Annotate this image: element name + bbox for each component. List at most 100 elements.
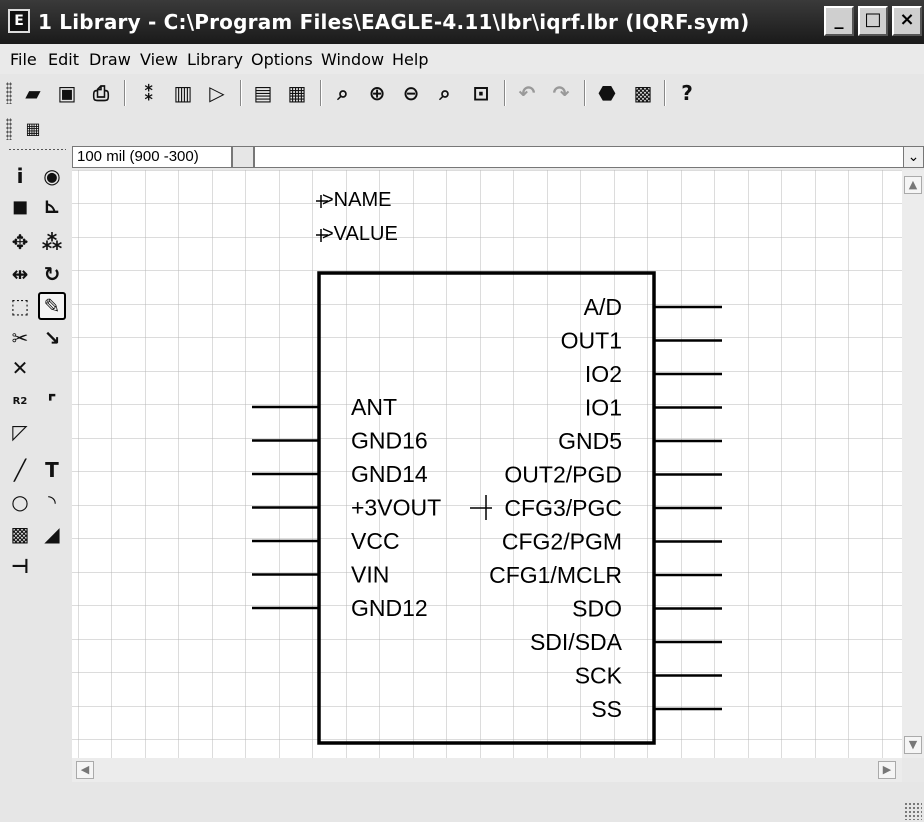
pin-label: OUT1 [561, 328, 622, 354]
pin-label: VIN [351, 562, 389, 588]
toolbar-separator [320, 80, 322, 106]
name-placeholder[interactable]: >NAME [322, 189, 391, 211]
maximize-button[interactable]: □ [858, 6, 888, 36]
title-bar: E 1 Library - C:\Program Files\EAGLE-4.1… [0, 0, 924, 44]
pin-label: IO2 [585, 361, 622, 387]
toolbar-separator [240, 80, 242, 106]
toolbar-grip[interactable] [6, 118, 12, 140]
eagle-app-icon[interactable]: E [8, 9, 30, 33]
command-dropdown-arrow[interactable]: ⌄ [903, 146, 924, 168]
cut-icon[interactable]: ✂ [6, 324, 34, 352]
package-icon[interactable]: ▥ [168, 78, 198, 108]
pin-label: SCK [575, 663, 623, 689]
command-history-button[interactable] [232, 146, 254, 168]
scroll-down-icon[interactable]: ▼ [904, 736, 922, 754]
mirror-icon[interactable]: ⇹ [6, 260, 34, 288]
pin-label: A/D [584, 294, 622, 320]
resize-grip[interactable] [904, 802, 922, 820]
display-icon[interactable]: ◼ [6, 192, 34, 220]
board-icon[interactable]: ⁑ [134, 78, 164, 108]
scroll-up-icon[interactable]: ▲ [904, 176, 922, 194]
show-icon[interactable]: ◉ [38, 162, 66, 190]
pin-label: GND16 [351, 428, 428, 454]
split-icon[interactable]: ◸ [6, 418, 34, 446]
zoom-select-icon[interactable]: ⊡ [466, 78, 496, 108]
command-input[interactable] [254, 146, 906, 168]
go-icon[interactable]: ▩ [628, 78, 658, 108]
menu-options[interactable]: Options [251, 50, 313, 69]
layer-grid-icon[interactable]: ▦ [18, 114, 48, 144]
name-icon[interactable]: R2 [6, 388, 34, 416]
toolbar-separator [584, 80, 586, 106]
save-icon[interactable]: ▣ [52, 78, 82, 108]
pin-label: SDO [572, 596, 622, 622]
close-button[interactable]: × [892, 6, 922, 36]
menu-window[interactable]: Window [321, 50, 384, 69]
pin-label: OUT2/PGD [504, 462, 622, 488]
menu-bar: File Edit Draw View Library Options Wind… [0, 44, 924, 74]
pin-icon[interactable]: ⊣ [6, 552, 34, 580]
horizontal-scrollbar[interactable]: ◀ ▶ [72, 758, 902, 782]
palette-grip[interactable] [8, 148, 66, 152]
pin-label: CFG1/MCLR [489, 562, 622, 588]
symbol-drawing[interactable]: >NAME >VALUE ANT GND16 GND14 +3VOUT VCC VIN GN… [72, 170, 902, 758]
rotate-icon[interactable]: ↻ [38, 260, 66, 288]
pin-label: CFG2/PGM [502, 529, 622, 555]
vertical-scrollbar[interactable]: ▲ ▼ [902, 170, 924, 758]
undo-icon[interactable]: ↶ [512, 78, 542, 108]
pin-label: CFG3/PGC [504, 495, 622, 521]
arc-icon[interactable]: ◝ [38, 488, 66, 516]
rect-icon[interactable]: ▩ [6, 520, 34, 548]
open-icon[interactable]: ▰ [18, 78, 48, 108]
miter-icon[interactable]: ⌜ [38, 388, 66, 416]
zoom-out-icon[interactable]: ⊖ [396, 78, 426, 108]
menu-file[interactable]: File [10, 50, 37, 69]
symbol-icon[interactable]: ▷ [202, 78, 232, 108]
paste-icon[interactable]: ↘ [38, 324, 66, 352]
scroll-right-icon[interactable]: ▶ [878, 761, 896, 779]
drawing-canvas[interactable]: >NAME >VALUE ANT GND16 GND14 +3VOUT VCC VIN GN… [72, 170, 902, 758]
redo-icon[interactable]: ↷ [546, 78, 576, 108]
secondary-toolbar: ▦ [0, 110, 924, 146]
window-title: 1 Library - C:\Program Files\EAGLE-4.11\… [38, 10, 750, 34]
value-placeholder[interactable]: >VALUE [322, 223, 398, 245]
wire-icon[interactable]: ╱ [6, 456, 34, 484]
menu-library[interactable]: Library [187, 50, 243, 69]
menu-view[interactable]: View [140, 50, 178, 69]
help-icon[interactable]: ? [672, 78, 702, 108]
info-icon[interactable]: i [6, 162, 34, 190]
pin-label: +3VOUT [351, 495, 441, 521]
redraw-icon[interactable]: ⌕ [430, 78, 460, 108]
circle-icon[interactable]: ○ [6, 488, 34, 516]
ulp-icon[interactable]: ▦ [282, 78, 312, 108]
minimize-button[interactable]: _ [824, 6, 854, 36]
scroll-left-icon[interactable]: ◀ [76, 761, 94, 779]
menu-help[interactable]: Help [392, 50, 428, 69]
tool-palette: i ◉ ◼ ⊾ ✥ ⁂ ⇹ ↻ ⬚ ✎ ✂ ↘ ✕ R2 ⌜ ◸ ╱ T ○ ◝… [0, 146, 72, 822]
zoom-in-icon[interactable]: ⊕ [362, 78, 392, 108]
pin-label: GND14 [351, 461, 428, 487]
change-icon[interactable]: ✎ [38, 292, 66, 320]
delete-icon[interactable]: ✕ [6, 354, 34, 382]
polygon-icon[interactable]: ◢ [38, 520, 66, 548]
menu-draw[interactable]: Draw [89, 50, 131, 69]
toolbar-separator [124, 80, 126, 106]
move-icon[interactable]: ✥ [6, 228, 34, 256]
mark-icon[interactable]: ⊾ [38, 192, 66, 220]
pin-label: GND12 [351, 595, 428, 621]
coordinate-display: 100 mil (900 -300) [72, 146, 232, 168]
print-icon[interactable]: ⎙ [86, 78, 116, 108]
text-icon[interactable]: T [38, 456, 66, 484]
main-toolbar: ▰ ▣ ⎙ ⁑ ▥ ▷ ▤ ▦ ⌕ ⊕ ⊖ ⌕ ⊡ ↶ ↷ ⬣ ▩ ? [0, 74, 924, 110]
stop-icon[interactable]: ⬣ [592, 78, 622, 108]
pin-label: GND5 [558, 428, 622, 454]
pin-label: IO1 [585, 395, 622, 421]
status-bar [0, 782, 924, 822]
script-icon[interactable]: ▤ [248, 78, 278, 108]
pin-label: VCC [351, 528, 400, 554]
menu-edit[interactable]: Edit [48, 50, 79, 69]
zoom-fit-icon[interactable]: ⌕ [328, 78, 358, 108]
toolbar-grip[interactable] [6, 82, 12, 104]
group-icon[interactable]: ⬚ [6, 292, 34, 320]
copy-icon[interactable]: ⁂ [38, 228, 66, 256]
